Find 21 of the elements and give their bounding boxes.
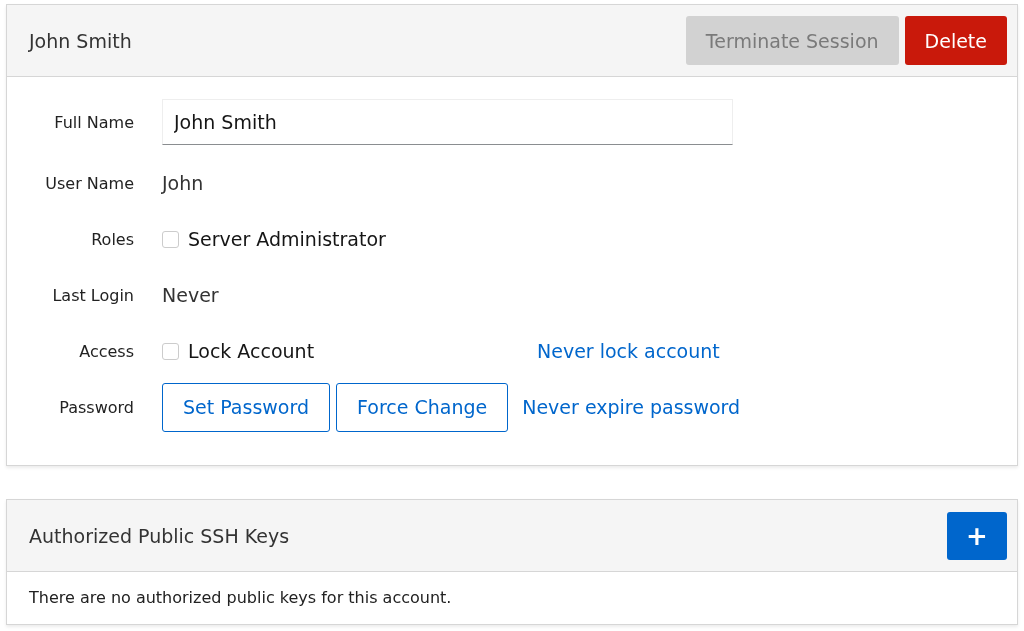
field-label: Full Name <box>53 112 134 132</box>
empty-message: There are no authorized public keys for this account. <box>29 588 452 607</box>
checkbox[interactable] <box>162 230 179 248</box>
delete-button[interactable]: Delete <box>904 16 1007 65</box>
field-value: John <box>162 172 204 194</box>
password-button[interactable]: Force Change <box>336 382 509 432</box>
field-label: Roles <box>90 229 134 249</box>
field-value: Never <box>162 284 219 306</box>
lock-policy-link[interactable]: Never lock account <box>537 340 720 362</box>
field-label: Access <box>78 341 134 361</box>
password-expiry-link[interactable]: Never expire password <box>522 396 741 418</box>
card-title: John Smith <box>29 29 132 52</box>
checkbox-label[interactable]: Server Administrator <box>188 228 386 250</box>
checkbox-label[interactable]: Lock Account <box>188 340 315 362</box>
card-title: Authorized Public SSH Keys <box>29 524 290 547</box>
field-label: User Name <box>44 173 134 193</box>
field-label: Last Login <box>51 285 134 305</box>
password-button[interactable]: Set Password <box>162 382 330 432</box>
field-label: Password <box>58 397 134 417</box>
add-button[interactable]: + <box>947 511 1007 560</box>
checkbox[interactable] <box>162 342 179 360</box>
